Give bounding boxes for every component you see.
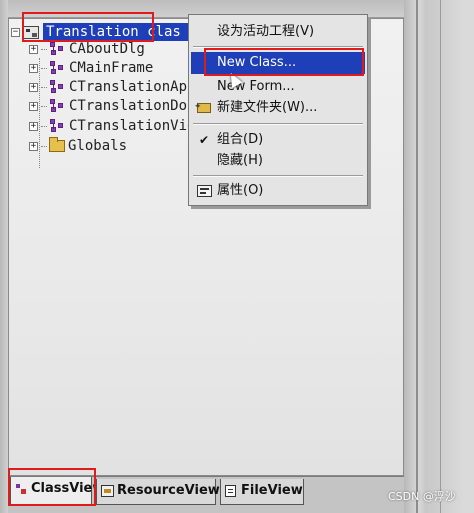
tree-item-cmainframe[interactable]: + CMainFrame (29, 59, 153, 77)
class-icon (49, 80, 67, 94)
properties-icon (197, 185, 212, 197)
tree-item-label: CTranslationDoc (69, 98, 196, 114)
expand-icon[interactable]: + (29, 63, 38, 73)
tree-item-label: CTranslationVie (69, 118, 196, 134)
menu-item-label: 隐藏(H) (217, 153, 263, 168)
menu-item-label: 新建文件夹(W)... (217, 100, 318, 115)
menu-separator (193, 175, 363, 177)
fileview-icon (225, 485, 236, 497)
window-left-frame (0, 0, 8, 513)
tree-item-label: CMainFrame (69, 60, 154, 76)
tab-label: FileView (241, 483, 303, 498)
highlight-box-new-class (204, 48, 364, 76)
class-icon (49, 99, 67, 113)
tree-item-caboutdlg[interactable]: + CAboutDlg (29, 40, 145, 58)
expand-icon[interactable]: + (29, 101, 38, 111)
tab-label: ResourceView (117, 483, 220, 498)
resourceview-icon (101, 485, 114, 497)
class-icon (49, 119, 67, 133)
class-icon (49, 61, 67, 75)
tree-item-label: Globals (68, 138, 128, 154)
tree-item-ctranslationview[interactable]: + CTranslationVie (29, 117, 195, 135)
menu-item-properties[interactable]: 属性(O) (191, 180, 365, 202)
menu-item-hide[interactable]: 隐藏(H) (191, 150, 365, 172)
menu-item-label: 设为活动工程(V) (217, 24, 315, 39)
menu-item-label: 属性(O) (217, 183, 264, 198)
right-window-frame (404, 0, 474, 513)
class-icon (49, 42, 67, 56)
new-folder-icon (194, 96, 211, 118)
menu-item-new-form[interactable]: New Form... (191, 76, 365, 98)
check-icon: ✔ (199, 133, 210, 147)
tree-item-label: CTranslationApp (69, 79, 196, 95)
menu-item-group[interactable]: ✔ 组合(D) (191, 129, 365, 151)
menu-item-new-folder[interactable]: 新建文件夹(W)... (191, 96, 365, 119)
menu-item-set-active-project[interactable]: 设为活动工程(V) (191, 21, 365, 43)
collapse-icon[interactable]: − (11, 27, 20, 37)
highlight-box-project (22, 12, 154, 42)
expand-icon[interactable]: + (29, 141, 38, 151)
tree-item-ctranslationdoc[interactable]: + CTranslationDoc (29, 97, 195, 115)
expand-icon[interactable]: + (29, 82, 38, 92)
watermark: CSDN @浮沙 (388, 490, 456, 503)
tab-fileview[interactable]: FileView (220, 479, 304, 505)
menu-item-label: 组合(D) (217, 132, 264, 147)
tree-item-ctranslationapp[interactable]: + CTranslationApp (29, 78, 195, 96)
menu-separator (193, 123, 363, 125)
tree-item-label: CAboutDlg (69, 41, 145, 57)
highlight-box-classview-tab (8, 468, 96, 506)
context-menu: 设为活动工程(V) New Class... New Form... 新建文件夹… (188, 14, 368, 206)
tab-resourceview[interactable]: ResourceView (96, 479, 220, 505)
expand-icon[interactable]: + (29, 44, 38, 54)
tree-item-globals[interactable]: + Globals (29, 137, 127, 155)
folder-icon (49, 137, 65, 152)
expand-icon[interactable]: + (29, 121, 38, 131)
